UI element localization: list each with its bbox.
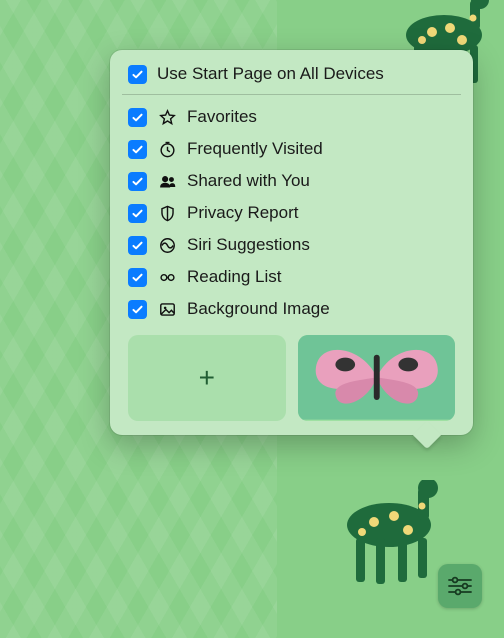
- add-background-button[interactable]: +: [128, 335, 286, 421]
- checkbox-checked-icon[interactable]: [128, 236, 147, 255]
- use-start-page-all-devices-row[interactable]: Use Start Page on All Devices: [110, 60, 473, 94]
- header-label: Use Start Page on All Devices: [157, 64, 384, 84]
- option-label: Frequently Visited: [187, 139, 323, 159]
- option-frequently-visited-row[interactable]: Frequently Visited: [110, 133, 473, 165]
- option-label: Background Image: [187, 299, 330, 319]
- divider: [122, 94, 461, 95]
- customize-start-page-button[interactable]: [438, 564, 482, 608]
- checkbox-checked-icon[interactable]: [128, 268, 147, 287]
- option-reading-list-row[interactable]: Reading List: [110, 261, 473, 293]
- option-siri-suggestions-row[interactable]: Siri Suggestions: [110, 229, 473, 261]
- butterfly-thumbnail-art: [298, 335, 456, 420]
- star-icon: [157, 107, 177, 127]
- start-page-customize-popover: Use Start Page on All Devices Favorites …: [110, 50, 473, 435]
- checkbox-checked-icon[interactable]: [128, 204, 147, 223]
- option-label: Shared with You: [187, 171, 310, 191]
- option-favorites-row[interactable]: Favorites: [110, 101, 473, 133]
- option-label: Reading List: [187, 267, 282, 287]
- glasses-icon: [157, 267, 177, 287]
- checkbox-checked-icon[interactable]: [128, 140, 147, 159]
- plus-icon: +: [199, 362, 215, 394]
- clock-icon: [157, 139, 177, 159]
- background-thumbnails: +: [110, 325, 473, 421]
- option-privacy-report-row[interactable]: Privacy Report: [110, 197, 473, 229]
- option-label: Privacy Report: [187, 203, 298, 223]
- people-icon: [157, 171, 177, 191]
- option-label: Siri Suggestions: [187, 235, 310, 255]
- checkbox-checked-icon[interactable]: [128, 300, 147, 319]
- siri-icon: [157, 235, 177, 255]
- checkbox-checked-icon[interactable]: [128, 172, 147, 191]
- sliders-icon: [447, 576, 473, 596]
- image-icon: [157, 299, 177, 319]
- background-thumbnail-selected[interactable]: [298, 335, 456, 421]
- shield-icon: [157, 203, 177, 223]
- checkbox-checked-icon[interactable]: [128, 65, 147, 84]
- checkbox-checked-icon[interactable]: [128, 108, 147, 127]
- option-background-image-row[interactable]: Background Image: [110, 293, 473, 325]
- option-shared-with-you-row[interactable]: Shared with You: [110, 165, 473, 197]
- option-label: Favorites: [187, 107, 257, 127]
